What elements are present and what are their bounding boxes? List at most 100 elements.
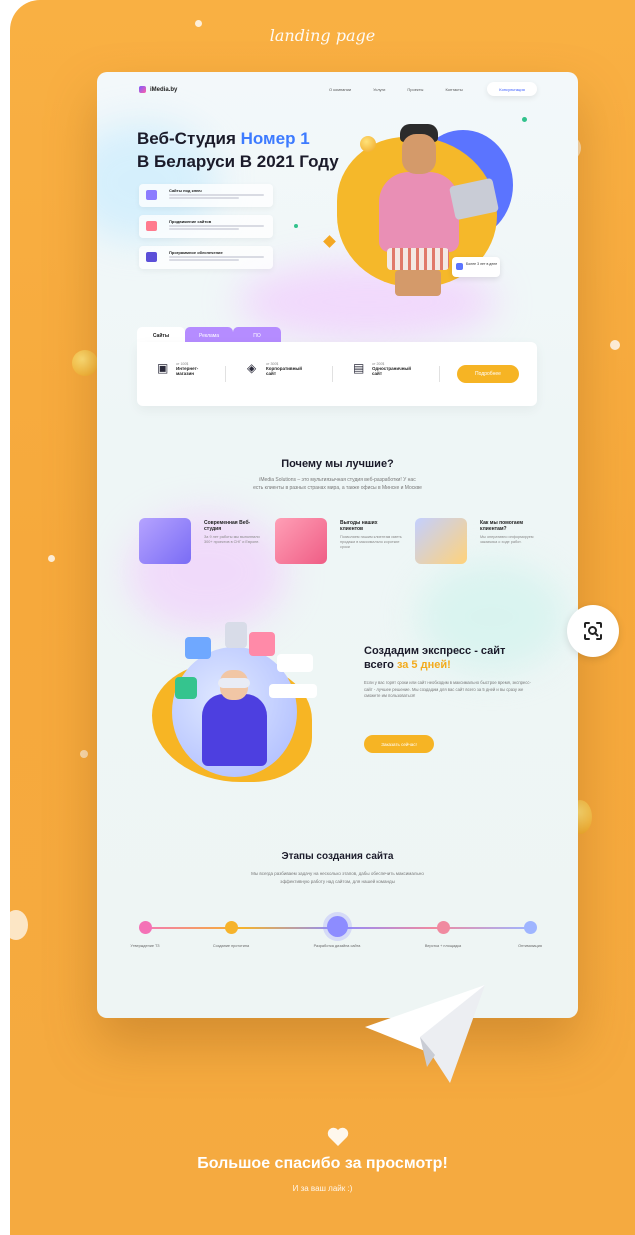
why-card-help: Как мы помогаем клиентам? Мы оперативно … xyxy=(415,518,545,570)
stage-label: Утверждение ТЗ xyxy=(130,944,160,948)
text-placeholder xyxy=(169,259,239,261)
feature-card-sites[interactable]: Сайты под ключ xyxy=(139,184,273,207)
star-decor-icon xyxy=(323,235,336,248)
window-icon: ▤ xyxy=(353,361,365,375)
help-illustration-icon xyxy=(415,518,467,564)
service-item[interactable]: ◈ от 300$ Корпоративный сайт xyxy=(247,361,306,377)
logo[interactable]: iMedia.by xyxy=(139,86,177,93)
why-subtitle-line2: есть клиенты в разных странах мира, а та… xyxy=(253,485,422,491)
emoji-icon xyxy=(360,136,376,152)
star-eyes-emoji-icon xyxy=(72,350,98,376)
layers-icon: ◈ xyxy=(247,361,257,375)
divider xyxy=(225,366,226,382)
card-text: За 9 лет работы мы выполнили 300+ проект… xyxy=(204,535,260,544)
store-icon: ▣ xyxy=(157,361,169,375)
script-title: landing page xyxy=(269,26,376,45)
hero-title-accent: Номер 1 xyxy=(240,129,310,148)
decor-dot xyxy=(294,224,298,228)
chart-icon xyxy=(146,221,157,231)
stage-dot[interactable] xyxy=(225,921,238,934)
card-title: Как мы помогаем клиентам? xyxy=(480,520,524,532)
stages-subtitle-line1: Мы всегда разбиваем задачу на несколько … xyxy=(251,871,424,876)
logo-icon xyxy=(139,86,146,93)
card-text: Мы оперативно информируем заказчика о хо… xyxy=(480,535,534,544)
consultation-button[interactable]: Консультация xyxy=(487,82,537,96)
vr-headset-icon xyxy=(218,678,250,688)
express-title-accent: за 5 дней! xyxy=(396,659,451,671)
service-item[interactable]: ▤ от 200$ Одностраничный сайт xyxy=(353,361,412,377)
feature-card-seo[interactable]: Продвижение сайтов xyxy=(139,215,273,238)
nav-item-services[interactable]: Услуги xyxy=(373,87,385,92)
image-card-icon xyxy=(225,622,247,648)
service-name: Одностраничный сайт xyxy=(372,366,412,376)
text-placeholder xyxy=(169,197,239,199)
character-body xyxy=(379,172,459,252)
nav-menu: О компании Услуги Проекты Контакты xyxy=(329,87,463,92)
why-card-benefits: Выгоды наших клиентов Позволяем нашим кл… xyxy=(275,518,405,570)
express-title: Создадим экспресс - сайт всего за 5 дней… xyxy=(364,644,505,672)
play-card-icon xyxy=(249,632,275,656)
why-title: Почему мы лучшие? xyxy=(281,458,394,470)
stage-label: Создание прототипа xyxy=(212,944,250,948)
services-panel: ▣ от 100$ Интернет-магазин ◈ от 300$ Кор… xyxy=(137,342,537,406)
character-head xyxy=(402,134,436,174)
feature-title: Программное обеспечение xyxy=(169,250,223,255)
nav-item-contacts[interactable]: Контакты xyxy=(445,87,462,92)
heart-icon xyxy=(327,1127,349,1146)
cloud-card-icon xyxy=(185,637,211,659)
service-item[interactable]: ▣ от 100$ Интернет-магазин xyxy=(157,361,216,377)
stage-label: Оптимизация xyxy=(518,944,542,948)
more-button[interactable]: Подробнее xyxy=(457,365,519,383)
studio-illustration-icon xyxy=(139,518,191,564)
thanks-text: Большое спасибо за просмотр! xyxy=(197,1155,448,1172)
text-placeholder xyxy=(169,228,239,230)
card-title: Выгоды наших клиентов xyxy=(340,520,378,532)
service-name: Корпоративный сайт xyxy=(266,366,303,376)
express-text: Если у вас горят сроки или сайт необходи… xyxy=(364,680,531,698)
presentation-frame: landing page iMedia.by О компании Услуги… xyxy=(10,0,635,1235)
decor-dot xyxy=(610,340,620,350)
paper-plane-icon xyxy=(365,985,485,1083)
nav-item-projects[interactable]: Проекты xyxy=(407,87,423,92)
stages-title: Этапы создания сайта xyxy=(281,851,394,862)
service-name: Интернет-магазин xyxy=(176,366,199,376)
hero-title: Веб-Студия Номер 1 В Беларуси В 2021 Год… xyxy=(137,127,339,173)
vr-person-body xyxy=(202,694,267,766)
monitor-icon xyxy=(146,190,157,200)
laptop-icon xyxy=(146,252,157,262)
decor-dot xyxy=(80,750,88,758)
stages-subtitle-line2: эффективную работу над сайтом, для нашей… xyxy=(280,879,395,884)
zoom-button[interactable] xyxy=(567,605,619,657)
colors-card-icon xyxy=(269,684,317,698)
card-title: Современная Веб-студия xyxy=(204,520,251,532)
chat-card-icon xyxy=(175,677,197,699)
nav-item-about[interactable]: О компании xyxy=(329,87,351,92)
text-placeholder xyxy=(169,256,264,258)
divider xyxy=(332,366,333,382)
hero-title-line2: В Беларуси В 2021 Году xyxy=(137,152,339,171)
stage-dot[interactable] xyxy=(524,921,537,934)
card-text: Позволяем нашим клиентам иметь продажи в… xyxy=(340,535,402,549)
benefits-illustration-icon xyxy=(275,518,327,564)
stage-label: Верстка + площадка xyxy=(424,944,462,948)
zoom-search-icon xyxy=(584,622,602,640)
divider xyxy=(439,366,440,382)
text-placeholder xyxy=(169,194,264,196)
decor-dot xyxy=(48,555,55,562)
top-nav: iMedia.by О компании Услуги Проекты Конт… xyxy=(97,72,578,108)
experience-badge: Более 3 лет в деле xyxy=(452,257,500,277)
stage-dot-active[interactable] xyxy=(327,916,348,937)
decor-bubble xyxy=(10,910,28,940)
decor-dot xyxy=(522,117,527,122)
express-title-line1: Создадим экспресс - сайт xyxy=(364,645,506,657)
order-now-button[interactable]: Заказать сейчас! xyxy=(364,735,434,753)
express-title-prefix: всего xyxy=(364,659,397,671)
like-text: И за ваш лайк :) xyxy=(292,1184,353,1193)
feature-card-software[interactable]: Программное обеспечение xyxy=(139,246,273,269)
stage-dot[interactable] xyxy=(437,921,450,934)
feature-title: Сайты под ключ xyxy=(169,188,202,193)
hero-title-part1: Веб-Студия xyxy=(137,129,241,148)
stage-label: Разработка дизайна сайта xyxy=(313,944,361,948)
landing-page-mockup: iMedia.by О компании Услуги Проекты Конт… xyxy=(97,72,578,1018)
stage-dot[interactable] xyxy=(139,921,152,934)
